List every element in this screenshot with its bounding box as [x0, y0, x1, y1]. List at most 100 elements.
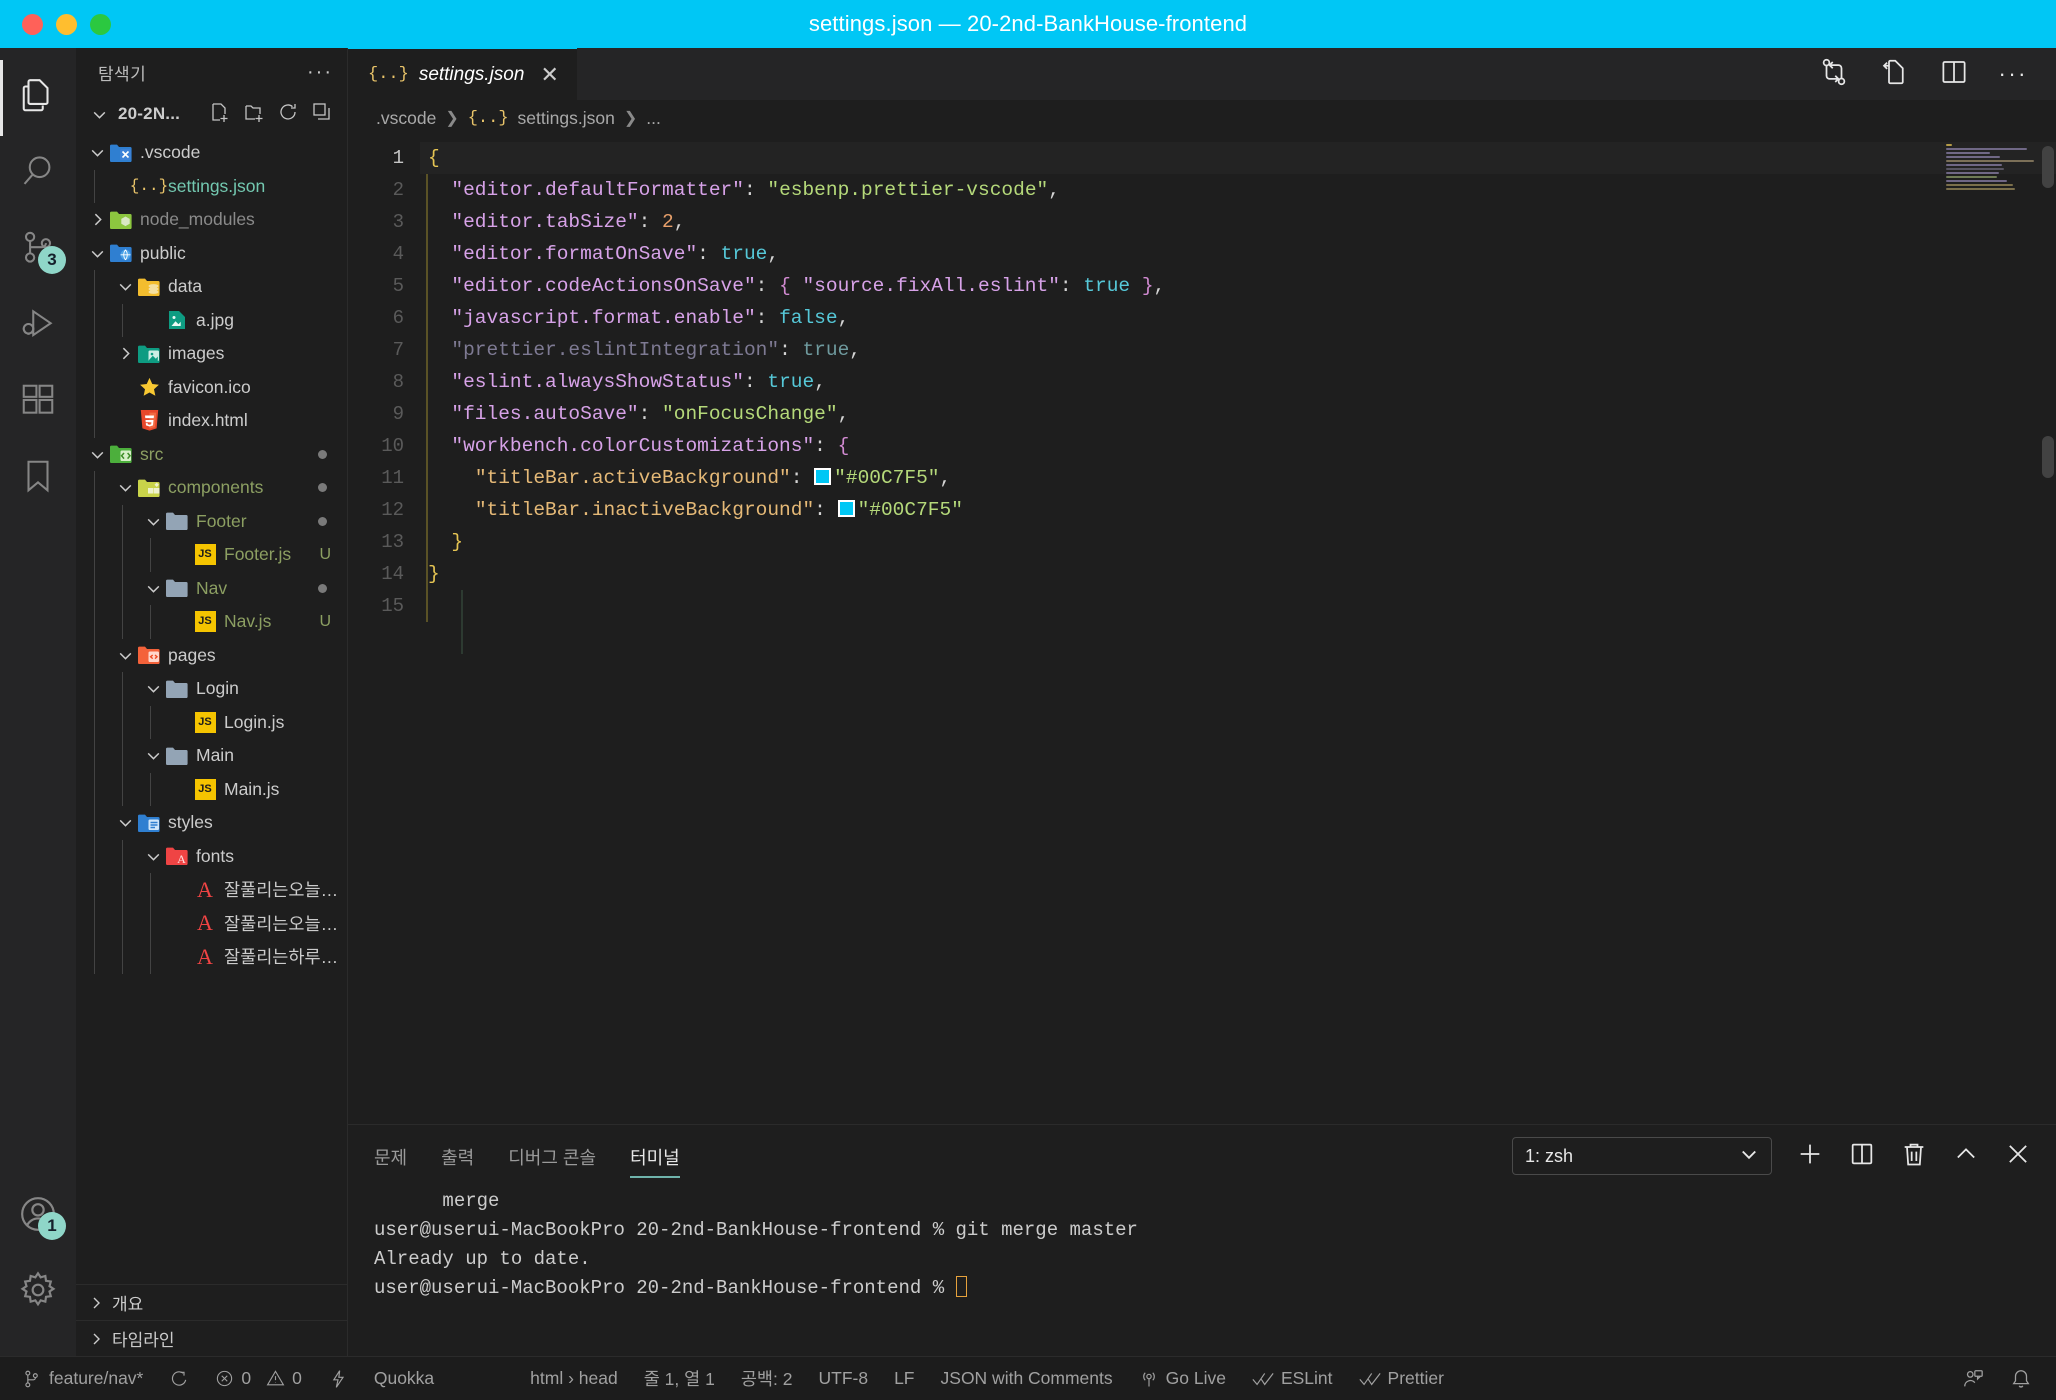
chevron-down-icon[interactable] — [88, 106, 110, 123]
tree-folder-row[interactable]: .vscode — [76, 136, 347, 170]
code-line: "titleBar.inactiveBackground": "#00C7F5" — [474, 499, 963, 521]
editor-scrollbar-thumb[interactable] — [2042, 436, 2054, 478]
activity-item-manage[interactable] — [0, 1254, 76, 1330]
tree-file-row[interactable]: a.jpg — [76, 303, 347, 337]
chevron-down-icon[interactable] — [142, 513, 164, 530]
chevron-down-icon[interactable] — [114, 647, 136, 664]
compare-changes-icon[interactable] — [1819, 57, 1849, 92]
code-editor[interactable]: 1 2 3 4 5 6 7 8 9 10 11 12 13 14 15 { "editor.defaultF… — [348, 136, 2056, 1124]
split-terminal-icon[interactable] — [1848, 1140, 1876, 1173]
status-eslint[interactable]: ESLint — [1239, 1357, 1346, 1400]
chevron-down-icon[interactable] — [142, 747, 164, 764]
tree-folder-row[interactable]: Afonts — [76, 839, 347, 873]
status-quokka-bolt[interactable] — [315, 1357, 361, 1400]
refresh-icon[interactable] — [277, 101, 299, 128]
tree-file-row[interactable]: {..} settings.json — [76, 169, 347, 203]
panel-tab-debug-console[interactable]: 디버그 콘솔 — [508, 1134, 596, 1178]
tree-folder-row[interactable]: styles — [76, 806, 347, 840]
chevron-down-icon[interactable] — [114, 479, 136, 496]
new-file-icon[interactable] — [209, 101, 231, 128]
tree-folder-row[interactable]: src — [76, 438, 347, 472]
breadcrumb-item-0[interactable]: .vscode — [376, 108, 436, 129]
sidebar-section-timeline[interactable]: 타임라인 — [76, 1320, 347, 1356]
status-indentation[interactable]: 공백: 2 — [728, 1357, 806, 1400]
chevron-right-icon[interactable] — [114, 345, 136, 362]
chevron-down-icon[interactable] — [86, 245, 108, 262]
close-panel-icon[interactable] — [2004, 1140, 2032, 1173]
tree-file-row[interactable]: index.html — [76, 404, 347, 438]
tree-file-row[interactable]: JS Nav.js U — [76, 605, 347, 639]
open-changes-icon[interactable] — [1879, 57, 1909, 92]
tree-folder-row[interactable]: node_modules — [76, 203, 347, 237]
tab-settings-json[interactable]: {..} settings.json ✕ — [348, 48, 577, 100]
chevron-down-icon[interactable] — [142, 680, 164, 697]
sidebar-section-outline[interactable]: 개요 — [76, 1284, 347, 1320]
maximize-panel-icon[interactable] — [1952, 1140, 1980, 1173]
activity-item-bookmarks[interactable] — [0, 440, 76, 516]
chevron-down-icon[interactable] — [86, 144, 108, 161]
tree-folder-row[interactable]: components — [76, 471, 347, 505]
status-sync[interactable] — [156, 1357, 202, 1400]
activity-item-explorer[interactable] — [0, 60, 76, 136]
code-content[interactable]: { "editor.defaultFormatter": "esbenp.pre… — [420, 136, 2056, 1124]
explorer-more-actions[interactable]: ··· — [307, 61, 333, 84]
chevron-right-icon[interactable] — [86, 211, 108, 228]
terminal-output[interactable]: merge user@userui-MacBookPro 20-2nd-BankH… — [348, 1187, 2056, 1356]
activity-item-search[interactable] — [0, 136, 76, 212]
tree-file-row[interactable]: JS Login.js — [76, 705, 347, 739]
activity-item-source-control[interactable]: 3 — [0, 212, 76, 288]
status-notifications[interactable] — [1997, 1357, 2056, 1400]
panel-tab-terminal[interactable]: 터미널 — [630, 1134, 680, 1178]
panel-tab-problems[interactable]: 문제 — [374, 1134, 407, 1178]
chevron-down-icon[interactable] — [142, 848, 164, 865]
tree-item-label: fonts — [196, 845, 234, 866]
tree-folder-row[interactable]: Footer — [76, 504, 347, 538]
split-editor-icon[interactable] — [1939, 57, 1969, 92]
tree-folder-row[interactable]: Nav — [76, 571, 347, 605]
status-quokka[interactable]: Quokka — [361, 1357, 447, 1400]
chevron-down-icon[interactable] — [114, 814, 136, 831]
tree-file-row[interactable]: JS Footer.js U — [76, 538, 347, 572]
tree-file-row[interactable]: A 잘풀리는하루M... — [76, 940, 347, 974]
status-prettier[interactable]: Prettier — [1346, 1357, 1457, 1400]
activity-item-accounts[interactable]: 1 — [0, 1178, 76, 1254]
tree-folder-row[interactable]: data — [76, 270, 347, 304]
terminal-selector[interactable]: 1: zsh — [1512, 1137, 1772, 1175]
status-encoding[interactable]: UTF-8 — [806, 1357, 882, 1400]
status-html-head[interactable]: html › head — [517, 1357, 631, 1400]
status-go-live[interactable]: Go Live — [1126, 1357, 1239, 1400]
tree-file-row[interactable]: favicon.ico — [76, 370, 347, 404]
status-feedback[interactable] — [1949, 1357, 1997, 1400]
breadcrumb-item-2[interactable]: ... — [646, 108, 661, 129]
tree-folder-row[interactable]: pages — [76, 638, 347, 672]
activity-item-run-debug[interactable] — [0, 288, 76, 364]
tree-file-row[interactable]: JS Main.js — [76, 772, 347, 806]
status-eol[interactable]: LF — [881, 1357, 927, 1400]
tree-file-row[interactable]: A 잘풀리는오늘M... — [76, 873, 347, 907]
close-icon[interactable]: ✕ — [534, 63, 558, 86]
panel-tab-output[interactable]: 출력 — [441, 1134, 474, 1178]
more-actions-icon[interactable]: ··· — [1999, 61, 2028, 87]
activity-item-extensions[interactable] — [0, 364, 76, 440]
status-branch[interactable]: feature/nav* — [0, 1357, 156, 1400]
tree-folder-row[interactable]: public — [76, 237, 347, 271]
breadcrumb-item-1[interactable]: settings.json — [518, 108, 615, 129]
chevron-down-icon[interactable] — [114, 278, 136, 295]
tree-file-row[interactable]: A 잘풀리는오늘O... — [76, 906, 347, 940]
new-folder-icon[interactable] — [243, 101, 265, 128]
status-problems[interactable]: 0 0 — [202, 1357, 314, 1400]
editor-scrollbar[interactable] — [2042, 146, 2054, 188]
tree-folder-row[interactable]: Main — [76, 739, 347, 773]
check-check-icon — [1358, 1373, 1381, 1386]
chevron-down-icon[interactable] — [86, 446, 108, 463]
explorer-root-row[interactable]: 20-2N... — [76, 96, 347, 132]
new-terminal-icon[interactable] — [1796, 1140, 1824, 1173]
chevron-down-icon[interactable] — [142, 580, 164, 597]
kill-terminal-icon[interactable] — [1900, 1140, 1928, 1173]
indent-guide — [94, 404, 95, 438]
status-language-mode[interactable]: JSON with Comments — [928, 1357, 1126, 1400]
tree-folder-row[interactable]: images — [76, 337, 347, 371]
status-line-col[interactable]: 줄 1, 열 1 — [631, 1357, 728, 1400]
tree-folder-row[interactable]: Login — [76, 672, 347, 706]
collapse-all-icon[interactable] — [311, 101, 333, 128]
